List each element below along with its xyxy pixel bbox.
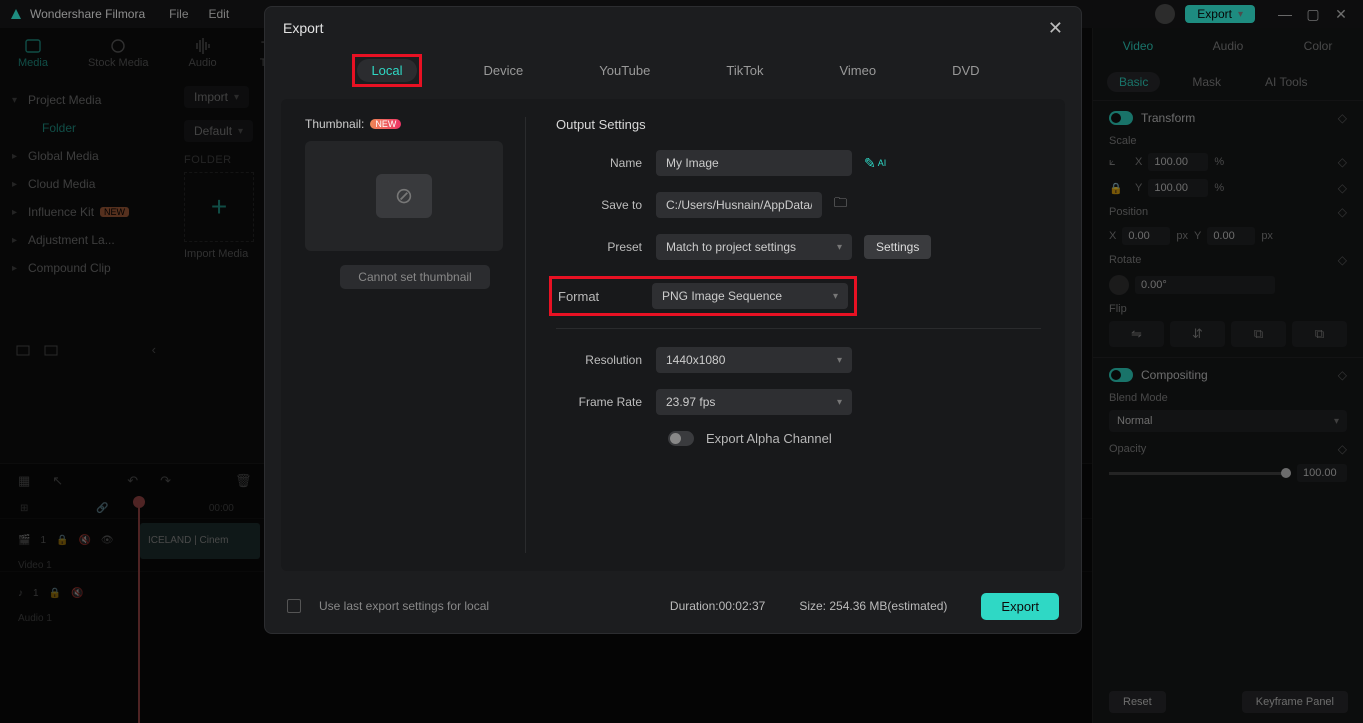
cannot-set-thumbnail-button[interactable]: Cannot set thumbnail (340, 265, 489, 289)
dialog-title: Export (283, 20, 323, 36)
chevron-down-icon: ▾ (837, 355, 842, 366)
use-last-settings-checkbox[interactable] (287, 599, 301, 613)
preset-select[interactable]: Match to project settings ▾ (656, 234, 852, 260)
framerate-select[interactable]: 23.97 fps ▾ (656, 389, 852, 415)
thumbnail-preview[interactable]: ⊘ (305, 141, 503, 251)
resolution-label: Resolution (556, 353, 656, 367)
no-thumbnail-icon: ⊘ (376, 174, 432, 218)
resolution-select[interactable]: 1440x1080 ▾ (656, 347, 852, 373)
close-icon[interactable]: ✕ (1048, 18, 1063, 39)
alpha-channel-label: Export Alpha Channel (706, 431, 832, 446)
export-tab-vimeo[interactable]: Vimeo (825, 59, 890, 82)
saveto-label: Save to (556, 198, 656, 212)
export-dialog: Export ✕ Local Device YouTube TikTok Vim… (264, 6, 1082, 634)
alpha-channel-toggle[interactable] (668, 431, 694, 446)
size-info: Size: 254.36 MB(estimated) (799, 599, 947, 613)
export-tab-youtube[interactable]: YouTube (585, 59, 664, 82)
chevron-down-icon: ▾ (833, 291, 838, 302)
export-tab-local[interactable]: Local (357, 59, 416, 82)
output-settings-title: Output Settings (556, 117, 1041, 132)
chevron-down-icon: ▾ (837, 242, 842, 253)
framerate-label: Frame Rate (556, 395, 656, 409)
name-label: Name (556, 156, 656, 170)
export-button[interactable]: Export (981, 593, 1059, 620)
settings-button[interactable]: Settings (864, 235, 931, 259)
preset-label: Preset (556, 240, 656, 254)
ai-edit-icon[interactable]: ✎AI (864, 155, 886, 172)
duration-info: Duration:00:02:37 (670, 599, 765, 613)
thumbnail-label: Thumbnail: (305, 117, 364, 131)
highlight-format-row: Format PNG Image Sequence ▾ (549, 276, 857, 316)
export-tab-dvd[interactable]: DVD (938, 59, 993, 82)
chevron-down-icon: ▾ (837, 397, 842, 408)
highlight-local-tab: Local (352, 54, 421, 87)
format-label: Format (558, 289, 652, 304)
new-badge: NEW (370, 119, 401, 129)
use-last-settings-label: Use last export settings for local (319, 599, 489, 613)
export-tab-tiktok[interactable]: TikTok (712, 59, 777, 82)
export-tab-device[interactable]: Device (470, 59, 538, 82)
format-select[interactable]: PNG Image Sequence ▾ (652, 283, 848, 309)
browse-folder-icon[interactable]: 🗀 (834, 194, 847, 216)
name-input[interactable] (656, 150, 852, 176)
saveto-input[interactable] (656, 192, 822, 218)
